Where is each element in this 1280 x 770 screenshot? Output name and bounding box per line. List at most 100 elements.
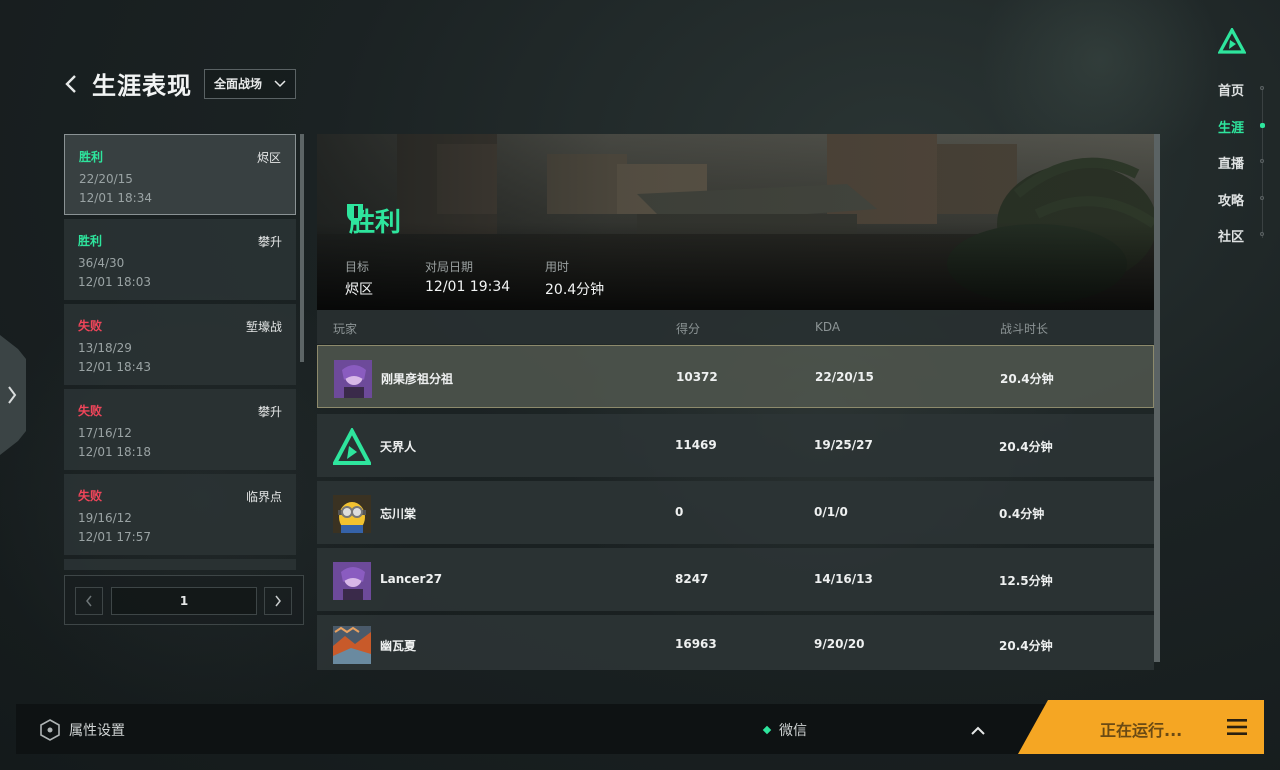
match-time: 12/01 18:34 (79, 191, 152, 205)
player-duration: 20.4分钟 (999, 440, 1053, 454)
page-input[interactable]: 1 (111, 587, 257, 615)
minion-avatar-icon (333, 495, 371, 533)
match-result: 胜利 (78, 234, 103, 248)
match-kda: 13/18/29 (78, 341, 132, 355)
nav-label: 攻略 (1218, 193, 1245, 209)
player-kda: 9/20/20 (814, 637, 865, 651)
chevron-right-icon (275, 595, 281, 607)
detail-result: 胜利 (345, 202, 401, 239)
settings-button[interactable]: 属性设置 (38, 718, 125, 742)
player-name: 天界人 (380, 440, 417, 454)
nav-label: 社区 (1218, 230, 1245, 245)
match-kda: 36/4/30 (78, 256, 125, 270)
stat-value: 20.4分钟 (545, 282, 605, 298)
match-detail-panel: 胜利 目标 烬区 对局日期 12/01 19:34 用时 20.4分钟 玩家 得… (317, 134, 1154, 670)
player-kda: 14/16/13 (814, 572, 873, 586)
column-kda: KDA (815, 320, 841, 334)
nav-label: 首页 (1218, 84, 1245, 99)
player-duration: 12.5分钟 (999, 574, 1053, 588)
player-kda: 22/20/15 (815, 370, 874, 384)
chevron-left-icon (86, 595, 92, 607)
mode-select[interactable]: 全面战场 (204, 68, 296, 99)
match-time: 12/01 18:18 (78, 445, 151, 459)
nav-item-guides[interactable]: 攻略 (1218, 190, 1266, 227)
player-row[interactable]: Lancer27 8247 14/16/13 12.5分钟 (317, 548, 1154, 611)
nav-item-home[interactable]: 首页 (1218, 80, 1266, 117)
column-duration: 战斗时长 (1000, 322, 1049, 336)
nav-item-community[interactable]: 社区 (1218, 226, 1266, 263)
nav-dot (1260, 122, 1265, 128)
match-kda: 22/20/15 (79, 172, 133, 186)
stat-label: 对局日期 (425, 260, 474, 274)
back-button[interactable] (64, 68, 86, 100)
delta-logo-icon (333, 428, 371, 466)
nav-dot (1260, 86, 1264, 90)
stat-duration: 用时 20.4分钟 (545, 258, 604, 299)
stat-target: 目标 烬区 (345, 258, 373, 299)
nav-item-live[interactable]: 直播 (1218, 153, 1266, 190)
chevron-left-icon (65, 74, 76, 93)
match-time: 12/01 18:43 (78, 360, 151, 374)
pager: 1 (64, 575, 304, 625)
nav-label: 生涯 (1218, 120, 1245, 136)
settings-label: 属性设置 (69, 723, 125, 739)
player-duration: 0.4分钟 (999, 507, 1045, 521)
match-map: 攀升 (257, 235, 282, 249)
player-name: 幽瓦夏 (380, 639, 417, 653)
match-map: 堑壕战 (245, 320, 282, 334)
side-nav: 首页 生涯 直播 攻略 社区 (1218, 80, 1266, 263)
chevron-down-icon (274, 79, 286, 87)
player-name: 刚果彦祖分祖 (381, 372, 454, 386)
player-score: 16963 (675, 637, 717, 651)
chevron-right-icon (0, 335, 26, 455)
match-time: 12/01 18:03 (78, 275, 151, 289)
nav-dot (1260, 159, 1264, 163)
online-dot-icon (762, 725, 772, 735)
stat-label: 用时 (545, 260, 570, 274)
match-map: 临界点 (245, 490, 282, 504)
match-map: 烬区 (256, 151, 281, 165)
player-score: 8247 (675, 572, 709, 586)
chevron-up-icon (971, 726, 985, 735)
player-name: 忘川棠 (380, 507, 417, 521)
match-item[interactable]: 胜利 攀升 36/4/30 12/01 18:03 (64, 219, 296, 300)
hexagon-settings-icon (40, 719, 60, 741)
match-item[interactable]: 失败 堑壕战 13/18/29 12/01 18:43 (64, 304, 296, 385)
match-item[interactable]: 失败 临界点 19/16/12 12/01 17:57 (64, 474, 296, 555)
player-duration: 20.4分钟 (999, 639, 1053, 653)
match-item[interactable]: 胜利 烬区 22/20/15 12/01 18:34 (64, 134, 296, 215)
sidebar-expand-button[interactable] (0, 335, 26, 455)
match-item[interactable]: 失败 攀升 17/16/12 12/01 18:18 (64, 389, 296, 470)
nav-label: 直播 (1218, 157, 1245, 172)
hamburger-menu-icon[interactable] (1227, 719, 1247, 739)
match-list-scrollbar[interactable] (300, 134, 304, 362)
next-page-button[interactable] (264, 587, 292, 615)
player-row[interactable]: 刚果彦祖分祖 10372 22/20/15 20.4分钟 (317, 345, 1154, 408)
player-row[interactable]: 天界人 11469 19/25/27 20.4分钟 (317, 414, 1154, 477)
landscape-avatar-icon (333, 626, 371, 664)
stat-date: 对局日期 12/01 19:34 (425, 258, 510, 295)
page-header: 生涯表现 全面战场 (64, 66, 296, 101)
wechat-label: 微信 (779, 723, 807, 739)
detail-scrollbar[interactable] (1154, 134, 1160, 662)
expand-button[interactable] (966, 718, 990, 742)
player-kda: 19/25/27 (814, 438, 873, 452)
player-score: 0 (675, 505, 684, 519)
column-player: 玩家 (333, 322, 358, 336)
match-item-partial[interactable] (64, 559, 296, 570)
app-logo-icon[interactable] (1217, 26, 1247, 58)
nav-item-career[interactable]: 生涯 (1218, 117, 1266, 154)
stat-value: 烬区 (345, 282, 373, 298)
match-kda: 19/16/12 (78, 511, 132, 525)
stat-value: 12/01 19:34 (425, 279, 511, 295)
match-map: 攀升 (257, 405, 282, 419)
player-row[interactable]: 幽瓦夏 16963 9/20/20 20.4分钟 (317, 615, 1154, 670)
player-duration: 20.4分钟 (1000, 372, 1054, 386)
prev-page-button[interactable] (75, 587, 103, 615)
wechat-button[interactable]: 微信 (762, 720, 807, 740)
match-time: 12/01 17:57 (78, 530, 151, 544)
mode-select-value: 全面战场 (214, 77, 263, 91)
stat-label: 目标 (345, 260, 370, 274)
page-title: 生涯表现 (92, 72, 192, 100)
player-row[interactable]: 忘川棠 0 0/1/0 0.4分钟 (317, 481, 1154, 544)
